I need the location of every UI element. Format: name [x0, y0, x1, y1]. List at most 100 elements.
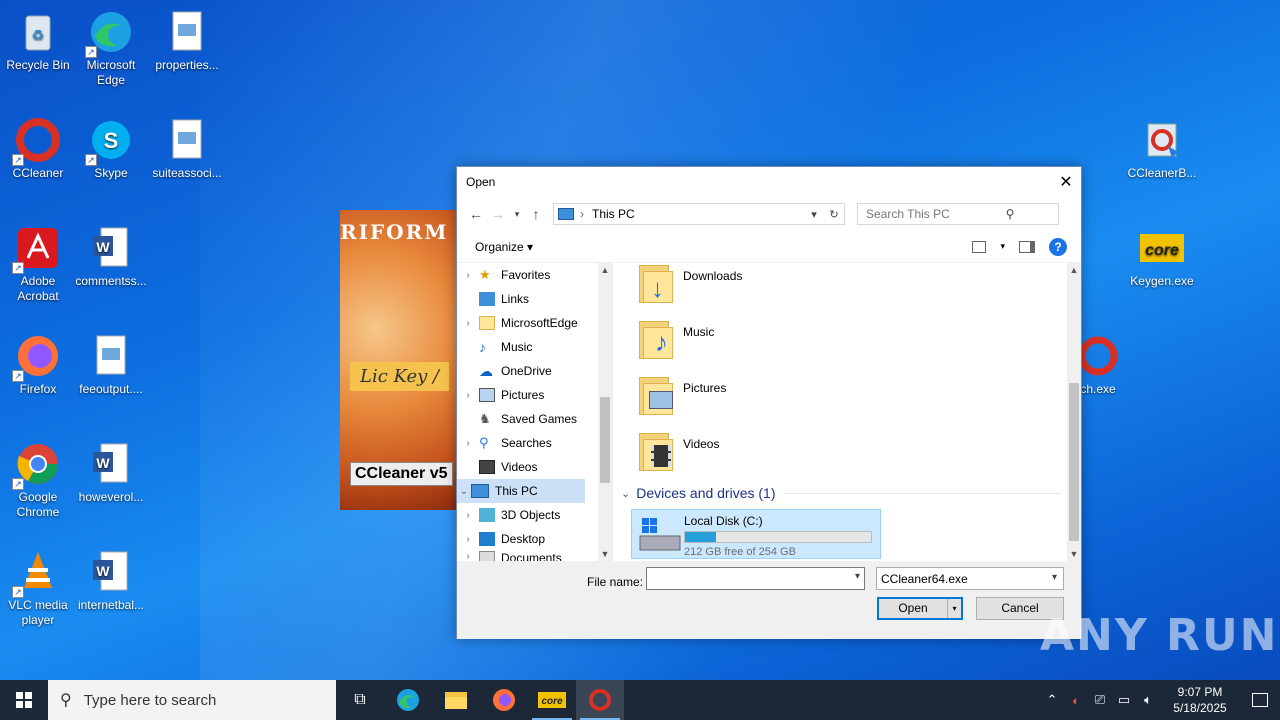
- help-icon[interactable]: ?: [1049, 237, 1067, 256]
- expand-chevron-icon[interactable]: ›: [457, 438, 479, 449]
- scroll-down-icon[interactable]: ▼: [598, 549, 612, 559]
- taskbar-clock[interactable]: 9:07 PM 5/18/2025: [1160, 684, 1240, 716]
- filetype-select[interactable]: CCleaner64.exe ▾: [876, 567, 1064, 590]
- open-split-dropdown-icon[interactable]: ▾: [947, 599, 961, 618]
- keygen-icon: core: [1138, 224, 1186, 272]
- network-icon[interactable]: ▭: [1112, 692, 1136, 708]
- nav-item-saved-games[interactable]: ♞ Saved Games: [457, 407, 599, 431]
- expand-chevron-icon[interactable]: ›: [457, 551, 479, 561]
- view-dropdown-icon[interactable]: ▾: [1000, 241, 1005, 252]
- address-bar[interactable]: › This PC ▾ ↻: [553, 203, 845, 225]
- taskbar-keygen[interactable]: core: [528, 680, 576, 720]
- desktop-icon-vlc[interactable]: ↗ VLC media player: [0, 544, 76, 628]
- nav-item-videos[interactable]: Videos: [457, 455, 599, 479]
- search-placeholder: Search This PC: [866, 207, 950, 221]
- folder-downloads[interactable]: ↓ Downloads: [637, 263, 937, 315]
- device-icon[interactable]: ⎚: [1088, 692, 1112, 708]
- nav-item-desktop[interactable]: › Desktop: [457, 527, 599, 551]
- organize-button[interactable]: Organize ▾: [475, 240, 533, 254]
- nav-item-favorites[interactable]: › ★ Favorites: [457, 263, 599, 287]
- svg-text:core: core: [541, 696, 563, 707]
- desktop-icon-keygen[interactable]: core Keygen.exe: [1124, 220, 1200, 289]
- devices-and-drives-header[interactable]: ⌄ Devices and drives (1): [621, 485, 1061, 501]
- desktop-icon-label: VLC media player: [8, 598, 68, 627]
- desktop-icon-chrome[interactable]: ↗ Google Chrome: [0, 436, 76, 520]
- preview-pane-icon[interactable]: [1019, 240, 1035, 253]
- nav-item-onedrive[interactable]: ☁ OneDrive: [457, 359, 599, 383]
- nav-item-microsoftedge[interactable]: › MicrosoftEdge: [457, 311, 599, 335]
- desktop-icon-ccleanerb[interactable]: CCleanerB...: [1124, 112, 1200, 181]
- expand-chevron-icon[interactable]: ›: [457, 534, 479, 545]
- change-view-icon[interactable]: [972, 240, 987, 253]
- folder-music[interactable]: ♪ Music: [637, 319, 937, 371]
- scroll-up-icon[interactable]: ▲: [598, 265, 612, 275]
- desktop-icon-internetbal[interactable]: W internetbal...: [73, 544, 149, 613]
- drive-local-disk-c[interactable]: Local Disk (C:) 212 GB free of 254 GB: [631, 509, 881, 559]
- taskbar-edge[interactable]: [384, 680, 432, 720]
- nav-item-links[interactable]: Links: [457, 287, 599, 311]
- nav-item-music[interactable]: ♪ Music: [457, 335, 599, 359]
- desktop-icon-properties[interactable]: properties...: [149, 4, 225, 73]
- folder-videos[interactable]: Videos: [637, 431, 937, 483]
- taskbar-file-explorer[interactable]: [432, 680, 480, 720]
- search-input[interactable]: Search This PC ⚲: [857, 203, 1059, 225]
- taskbar-ccleaner[interactable]: [576, 680, 624, 720]
- show-hidden-icons-icon[interactable]: ⌃: [1040, 692, 1064, 708]
- refresh-button[interactable]: ↻: [824, 208, 844, 221]
- computer-icon: [471, 484, 489, 498]
- nav-item-3d-objects[interactable]: › 3D Objects: [457, 503, 599, 527]
- forward-button[interactable]: →: [487, 206, 509, 222]
- breadcrumb-this-pc[interactable]: This PC: [592, 207, 804, 221]
- desktop-icon-firefox[interactable]: ↗ Firefox: [0, 328, 76, 397]
- expand-chevron-icon[interactable]: ›: [457, 390, 479, 401]
- folder-pictures[interactable]: Pictures: [637, 375, 937, 427]
- desktop-icon-feeoutput[interactable]: feeoutput....: [73, 328, 149, 397]
- scrollbar-thumb[interactable]: [1069, 383, 1079, 541]
- desktop-icon-suiteassoci[interactable]: suiteassoci...: [149, 112, 225, 181]
- desktop-icon-edge[interactable]: ↗ Microsoft Edge: [73, 4, 149, 88]
- file-list-scrollbar[interactable]: ▲ ▼: [1067, 263, 1081, 561]
- background-app-window[interactable]: RIFORM M Lic Key / CCleaner v5: [340, 210, 460, 510]
- chevron-down-icon[interactable]: ▾: [1052, 572, 1057, 583]
- address-dropdown-button[interactable]: ▾: [804, 208, 824, 221]
- desktop-icon-commentss[interactable]: W commentss...: [73, 220, 149, 289]
- expand-chevron-icon[interactable]: ›: [457, 510, 479, 521]
- nav-item-documents[interactable]: › Documents: [457, 551, 599, 561]
- desktop-icon-acrobat[interactable]: ↗ Adobe Acrobat: [0, 220, 76, 304]
- chevron-down-icon[interactable]: ▾: [855, 571, 860, 582]
- back-button[interactable]: ←: [465, 206, 487, 222]
- up-button[interactable]: ↑: [525, 206, 547, 222]
- collapse-chevron-icon[interactable]: ⌄: [457, 486, 471, 497]
- navigation-scrollbar[interactable]: ▲ ▼: [598, 263, 612, 561]
- nav-item-searches[interactable]: › ⚲ Searches: [457, 431, 599, 455]
- expand-chevron-icon[interactable]: ›: [457, 318, 479, 329]
- dialog-titlebar[interactable]: Open ✕: [457, 167, 1081, 197]
- collapse-chevron-icon[interactable]: ⌄: [621, 487, 630, 500]
- desktop-icon-recycle-bin[interactable]: ♻ Recycle Bin: [0, 4, 76, 73]
- desktop-icon-howeverol[interactable]: W howeverol...: [73, 436, 149, 505]
- saved-games-icon: ♞: [479, 411, 491, 426]
- open-button[interactable]: Open ▾: [877, 597, 963, 620]
- scrollbar-thumb[interactable]: [600, 397, 610, 483]
- desktop-icon-skype[interactable]: S ↗ Skype: [73, 112, 149, 181]
- recent-locations-button[interactable]: ▾: [509, 209, 525, 220]
- nav-item-label: Music: [501, 340, 533, 354]
- desktop-icon-label: properties...: [155, 58, 219, 72]
- desktop-icon-ccleaner[interactable]: ↗ CCleaner: [0, 112, 76, 181]
- scroll-up-icon[interactable]: ▲: [1067, 265, 1081, 275]
- dialog-title: Open: [466, 175, 496, 189]
- nav-item-pictures[interactable]: › Pictures: [457, 383, 599, 407]
- close-button[interactable]: ✕: [1051, 167, 1081, 197]
- drive-free-space: 212 GB free of 254 GB: [684, 546, 796, 558]
- start-button[interactable]: [0, 680, 48, 720]
- taskbar-firefox[interactable]: [480, 680, 528, 720]
- filename-input[interactable]: ▾: [646, 567, 865, 590]
- expand-chevron-icon[interactable]: ›: [457, 270, 479, 281]
- volume-icon[interactable]: 🔈︎: [1136, 692, 1160, 708]
- ccleaner-tray-icon[interactable]: ◐: [1064, 693, 1088, 708]
- scroll-down-icon[interactable]: ▼: [1067, 549, 1081, 559]
- notification-center-button[interactable]: [1240, 680, 1280, 720]
- taskbar-search-box[interactable]: ⚲ Type here to search: [48, 680, 336, 720]
- task-view-button[interactable]: ⧉: [336, 680, 384, 720]
- nav-item-this-pc[interactable]: ⌄ This PC: [457, 479, 585, 503]
